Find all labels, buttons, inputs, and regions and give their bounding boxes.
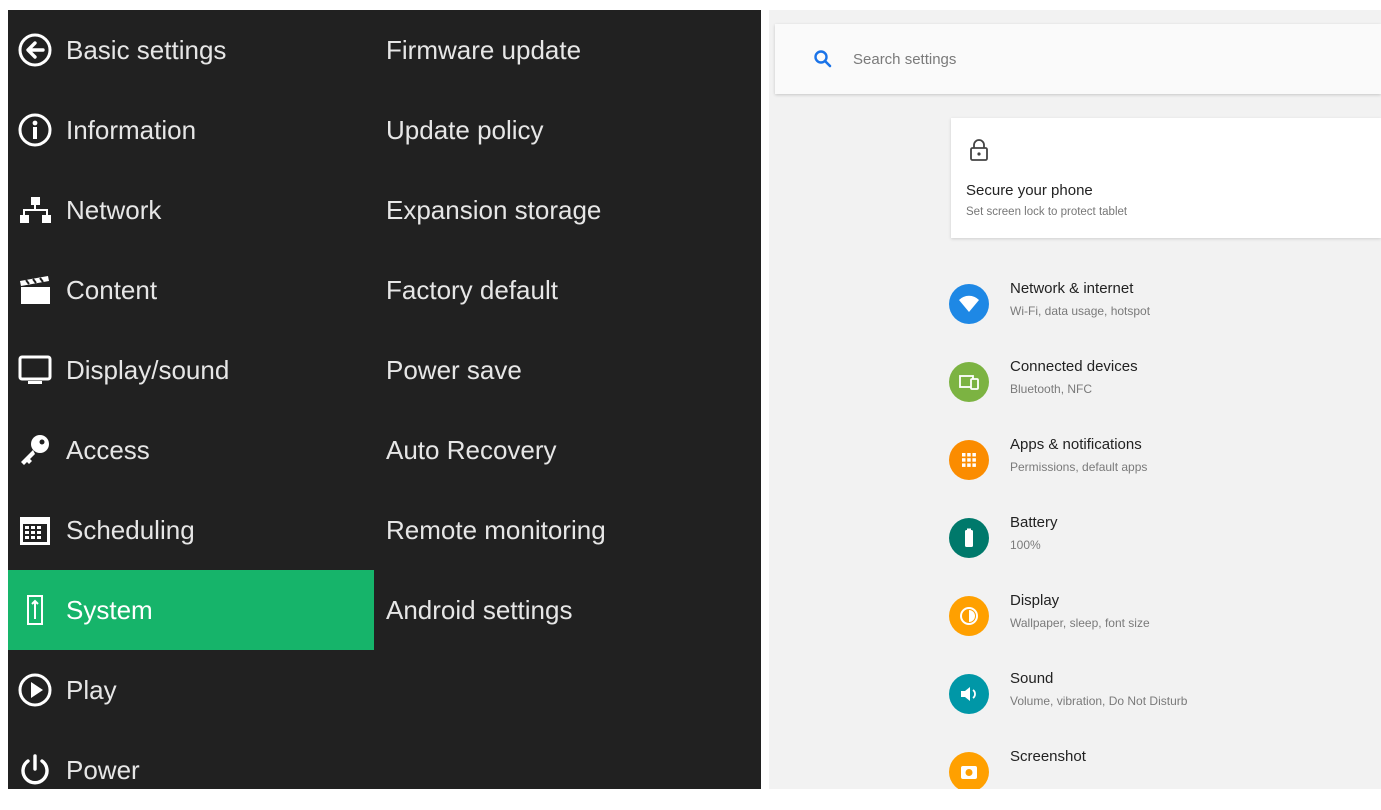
search-input[interactable] — [851, 49, 1255, 69]
setting-title: Screenshot — [1010, 748, 1086, 765]
submenu-update-policy[interactable]: Update policy — [386, 90, 756, 170]
monitor-icon — [16, 351, 54, 389]
setting-subtitle: Permissions, default apps — [1010, 460, 1148, 474]
setting-title: Sound — [1010, 670, 1054, 687]
key-icon — [16, 431, 54, 469]
setting-title: Display — [1010, 592, 1060, 609]
setting-title: Apps & notifications — [1010, 436, 1142, 453]
signage-settings-panel: Basic settings Information Network Conte… — [8, 10, 761, 789]
setting-subtitle: Wi-Fi, data usage, hotspot — [1010, 304, 1151, 318]
setting-title: Battery — [1010, 514, 1058, 531]
wifi-icon — [949, 284, 989, 324]
setting-subtitle: Bluetooth, NFC — [1010, 382, 1093, 396]
back-arrow-icon — [16, 31, 54, 69]
submenu-firmware-update[interactable]: Firmware update — [386, 10, 756, 90]
setting-title: Network & internet — [1010, 280, 1134, 297]
secure-card-title: Secure your phone — [966, 182, 1093, 199]
menu-item-label: Information — [66, 114, 197, 145]
setting-title: Connected devices — [1010, 358, 1138, 375]
menu-item-network[interactable]: Network — [8, 170, 374, 250]
menu-item-label: Play — [66, 674, 117, 705]
battery-icon — [949, 518, 989, 558]
menu-item-label: Scheduling — [66, 514, 195, 545]
setting-sound[interactable]: Sound Volume, vibration, Do Not Disturb — [947, 662, 1381, 740]
setting-connected-devices[interactable]: Connected devices Bluetooth, NFC — [947, 350, 1381, 428]
menu-item-scheduling[interactable]: Scheduling — [8, 490, 374, 570]
search-icon — [814, 50, 832, 68]
menu-item-information[interactable]: Information — [8, 90, 374, 170]
submenu-expansion-storage[interactable]: Expansion storage — [386, 170, 756, 250]
clapperboard-icon — [16, 271, 54, 309]
android-settings-screen: Secure your phone Set screen lock to pro… — [769, 10, 1381, 789]
menu-item-label: Basic settings — [66, 34, 227, 65]
search-bar[interactable] — [775, 24, 1381, 94]
lock-icon — [970, 139, 988, 161]
setting-battery[interactable]: Battery 100% — [947, 506, 1381, 584]
power-icon — [16, 751, 54, 789]
menu-item-power[interactable]: Power — [8, 730, 374, 810]
setting-subtitle: Wallpaper, sleep, font size — [1010, 616, 1150, 630]
menu-item-access[interactable]: Access — [8, 410, 374, 490]
menu-item-content[interactable]: Content — [8, 250, 374, 330]
menu-item-display-sound[interactable]: Display/sound — [8, 330, 374, 410]
menu-item-label: Access — [66, 434, 150, 465]
calendar-icon — [16, 511, 54, 549]
menu-item-label: Display/sound — [66, 354, 230, 385]
system-icon — [16, 591, 54, 629]
brightness-icon — [949, 596, 989, 636]
setting-network-internet[interactable]: Network & internet Wi-Fi, data usage, ho… — [947, 272, 1381, 350]
play-icon — [16, 671, 54, 709]
setting-screenshot[interactable]: Screenshot — [947, 740, 1381, 789]
volume-icon — [949, 674, 989, 714]
network-icon — [16, 191, 54, 229]
submenu-remote-monitoring[interactable]: Remote monitoring — [386, 490, 756, 570]
submenu-android-settings[interactable]: Android settings — [386, 570, 756, 650]
secure-phone-card[interactable]: Secure your phone Set screen lock to pro… — [951, 118, 1381, 238]
menu-item-system[interactable]: System — [8, 570, 374, 650]
menu-item-play[interactable]: Play — [8, 650, 374, 730]
submenu-factory-default[interactable]: Factory default — [386, 250, 756, 330]
apps-icon — [949, 440, 989, 480]
devices-icon — [949, 362, 989, 402]
menu-item-basic-settings[interactable]: Basic settings — [8, 10, 374, 90]
menu-item-label: System — [66, 594, 153, 625]
info-icon — [16, 111, 54, 149]
secure-card-subtitle: Set screen lock to protect tablet — [966, 206, 1128, 218]
setting-display[interactable]: Display Wallpaper, sleep, font size — [947, 584, 1381, 662]
menu-item-label: Network — [66, 194, 162, 225]
camera-icon — [949, 752, 989, 789]
setting-subtitle: 100% — [1010, 538, 1041, 552]
menu-item-label: Content — [66, 274, 158, 305]
submenu-auto-recovery[interactable]: Auto Recovery — [386, 410, 756, 490]
setting-subtitle: Volume, vibration, Do Not Disturb — [1010, 694, 1188, 708]
menu-item-label: Power — [66, 754, 140, 785]
submenu-power-save[interactable]: Power save — [386, 330, 756, 410]
setting-apps-notifications[interactable]: Apps & notifications Permissions, defaul… — [947, 428, 1381, 506]
